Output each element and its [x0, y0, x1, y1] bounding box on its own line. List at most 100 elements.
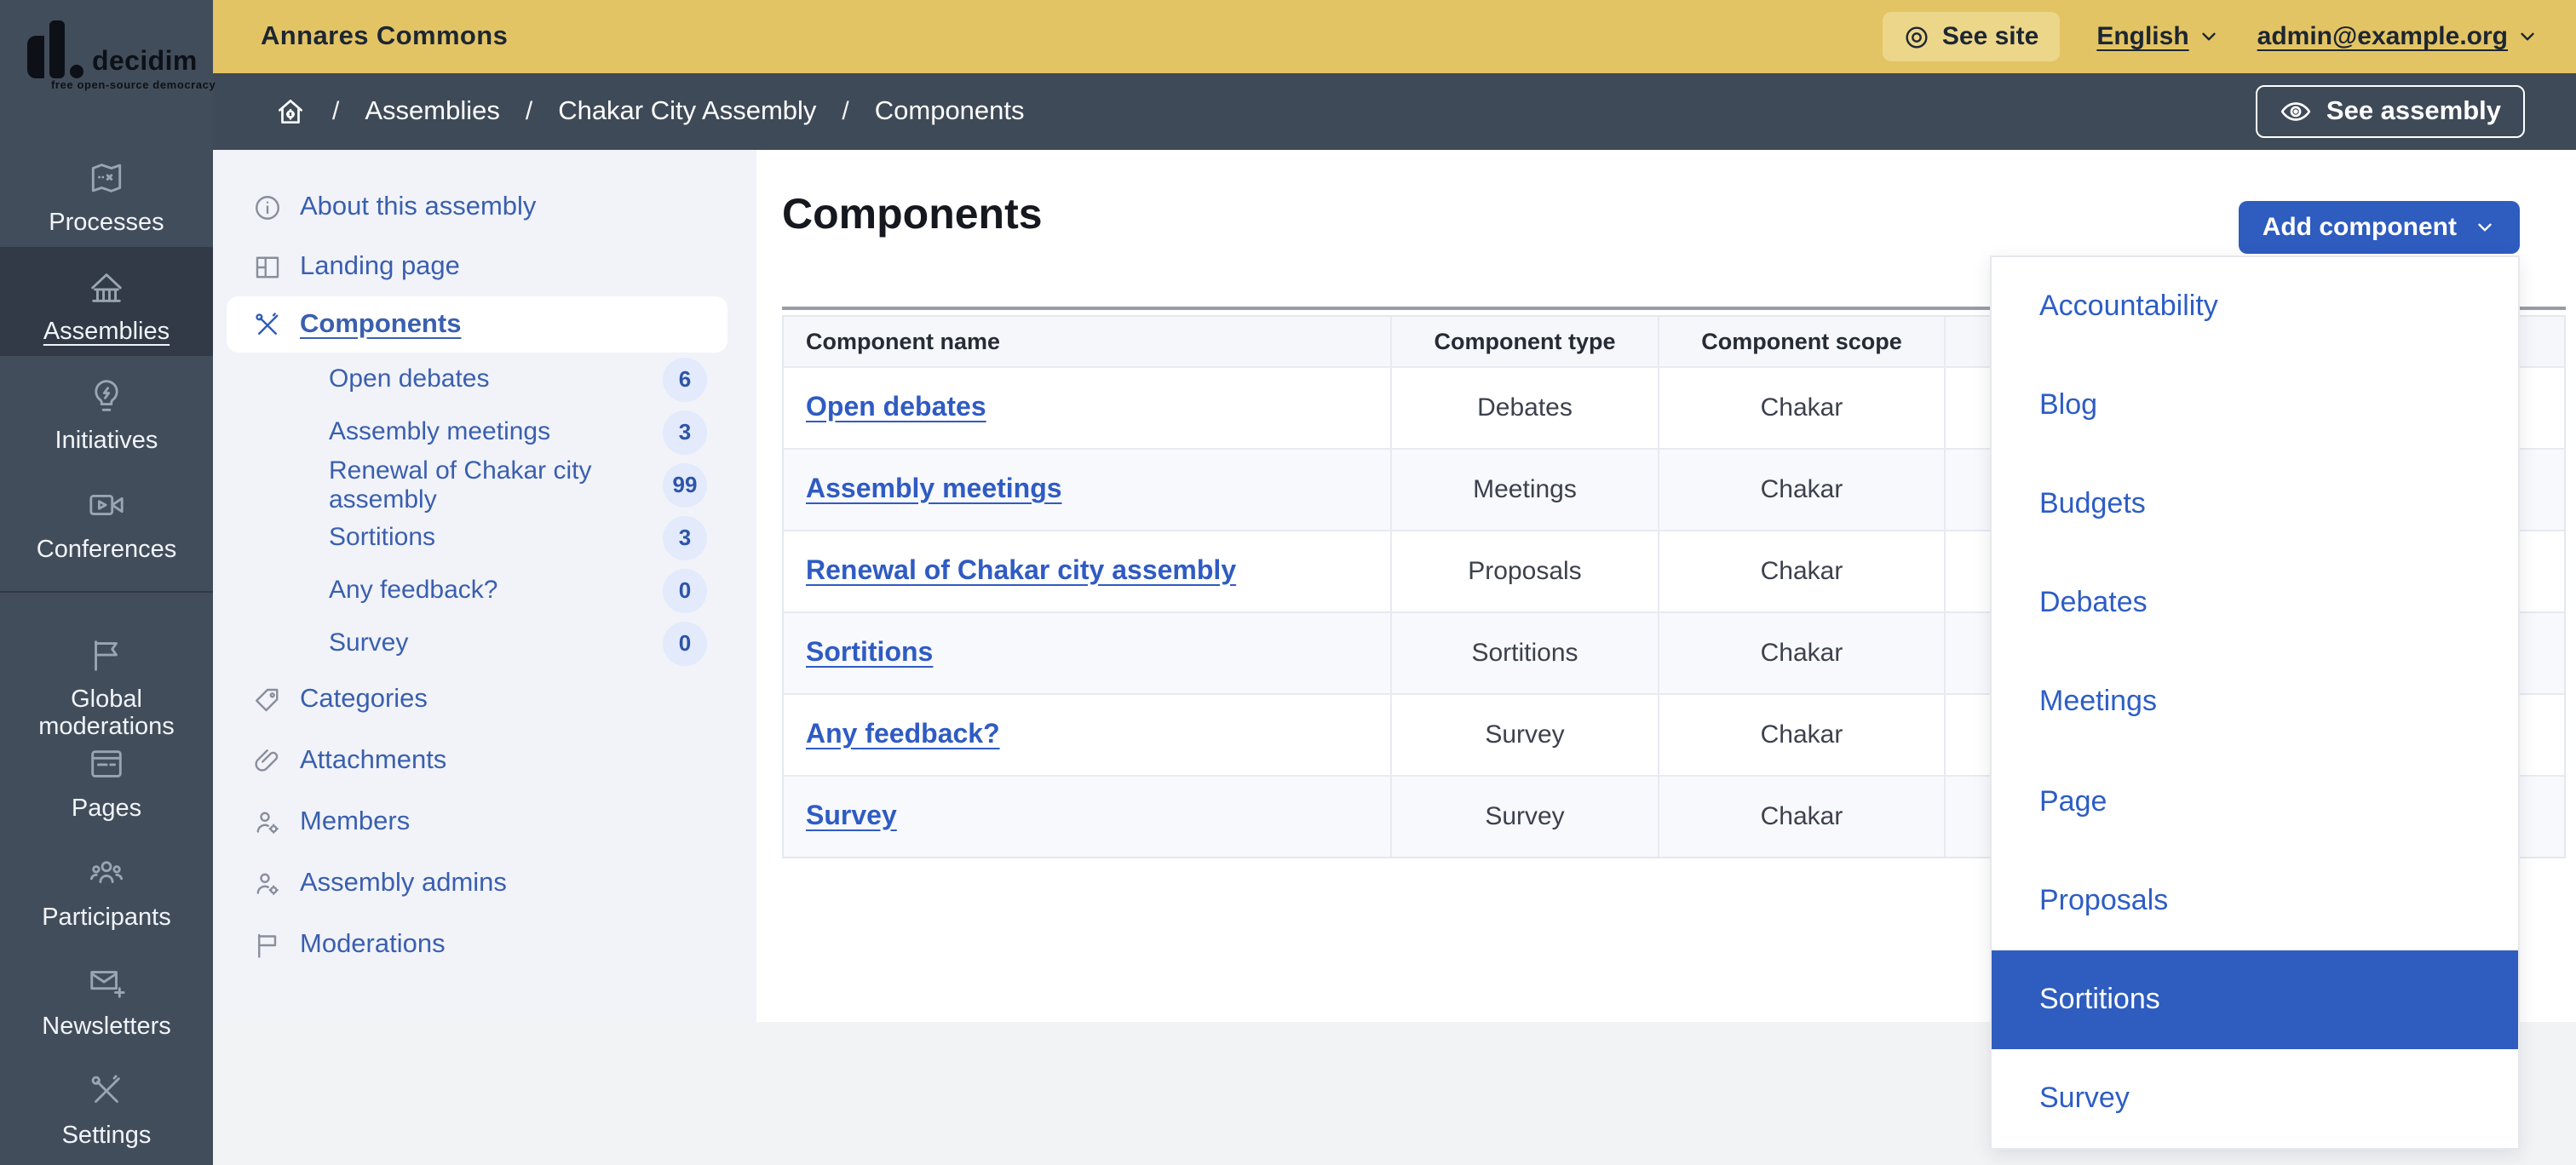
flag-icon — [252, 930, 283, 961]
dropdown-item-debates[interactable]: Debates — [1992, 554, 2518, 653]
app-window: Annares Commons See site English admin@e… — [0, 0, 2576, 1165]
component-name-link[interactable]: Renewal of Chakar city assembly — [806, 556, 1236, 587]
chevron-down-icon — [2516, 26, 2539, 48]
see-assembly-button[interactable]: See assembly — [2257, 85, 2525, 138]
breadcrumb-assembly-name[interactable]: Chakar City Assembly — [558, 96, 816, 127]
organization-title: Annares Commons — [261, 21, 508, 52]
decidim-logo-mark: decidim — [27, 20, 213, 78]
dropdown-item-blog[interactable]: Blog — [1992, 356, 2518, 455]
language-label: English — [2096, 22, 2188, 51]
count-badge: 6 — [663, 357, 707, 401]
sidebar-item-processes[interactable]: Processes — [0, 138, 213, 247]
language-selector[interactable]: English — [2096, 22, 2219, 51]
sidebar-item-settings[interactable]: Settings — [0, 1051, 213, 1160]
component-link-any-feedback[interactable]: Any feedback? 0 — [213, 564, 756, 617]
component-scope: Chakar — [1659, 450, 1946, 530]
video-camera-icon — [87, 485, 126, 525]
dropdown-item-accountability[interactable]: Accountability — [1992, 257, 2518, 356]
count-badge: 0 — [663, 568, 707, 612]
sidebar-item-assemblies[interactable]: Assemblies — [0, 247, 213, 356]
component-type: Proposals — [1392, 531, 1659, 611]
chevron-down-icon — [2474, 216, 2496, 238]
dropdown-item-sortitions[interactable]: Sortitions — [1992, 950, 2518, 1049]
menu-item-moderations[interactable]: Moderations — [213, 915, 756, 976]
menu-item-assembly-admins[interactable]: Assembly admins — [213, 853, 756, 915]
col-header-scope: Component scope — [1659, 317, 1946, 366]
assembly-menu: About this assembly Landing page Compone… — [213, 150, 756, 1022]
breadcrumb-separator: / — [526, 97, 532, 126]
breadcrumb-assemblies[interactable]: Assemblies — [365, 96, 500, 127]
layout-icon — [252, 251, 283, 282]
sidebar-item-global-moderations[interactable]: Global moderations — [0, 615, 213, 724]
sidebar-divider — [0, 591, 213, 593]
flag-icon — [87, 635, 126, 674]
component-link-open-debates[interactable]: Open debates 6 — [213, 353, 756, 405]
component-link-renewal[interactable]: Renewal of Chakar city assembly 99 — [213, 458, 756, 511]
paperclip-icon — [252, 746, 283, 777]
component-link-survey[interactable]: Survey 0 — [213, 617, 756, 669]
breadcrumb-separator: / — [842, 97, 848, 126]
tools-icon — [252, 309, 283, 340]
breadcrumb-separator: / — [332, 97, 339, 126]
component-name-link[interactable]: Assembly meetings — [806, 474, 1062, 505]
bank-icon — [87, 267, 126, 307]
main-sidebar: decidim free open-source democracy Proce… — [0, 0, 213, 1165]
top-bar: Annares Commons See site English admin@e… — [213, 0, 2576, 73]
component-type: Debates — [1392, 368, 1659, 448]
dropdown-item-budgets[interactable]: Budgets — [1992, 455, 2518, 554]
component-link-sortitions[interactable]: Sortitions 3 — [213, 511, 756, 564]
component-name-link[interactable]: Open debates — [806, 393, 986, 423]
see-site-label: See site — [1942, 22, 2038, 51]
count-badge: 0 — [663, 621, 707, 665]
menu-item-about[interactable]: About this assembly — [213, 177, 756, 237]
menu-item-members[interactable]: Members — [213, 792, 756, 853]
component-scope: Chakar — [1659, 777, 1946, 857]
dropdown-item-proposals[interactable]: Proposals — [1992, 851, 2518, 950]
add-component-dropdown: Accountability Blog Budgets Debates Meet… — [1990, 255, 2520, 1150]
menu-item-components[interactable]: Components — [227, 296, 727, 353]
dropdown-item-meetings[interactable]: Meetings — [1992, 653, 2518, 752]
breadcrumb: / Assemblies / Chakar City Assembly / Co… — [213, 73, 2576, 150]
add-component-button[interactable]: Add component — [2239, 201, 2520, 254]
chevron-down-icon — [2198, 26, 2220, 48]
tag-icon — [252, 685, 283, 715]
count-badge: 3 — [663, 515, 707, 560]
decidim-logo-text: decidim — [92, 48, 198, 78]
col-header-name: Component name — [784, 317, 1392, 366]
component-scope: Chakar — [1659, 613, 1946, 693]
info-icon — [252, 192, 283, 222]
decidim-tagline: free open-source democracy — [51, 80, 213, 92]
component-name-link[interactable]: Survey — [806, 801, 897, 832]
dropdown-item-page[interactable]: Page — [1992, 752, 2518, 851]
user-gear-icon — [252, 869, 283, 899]
menu-item-attachments[interactable]: Attachments — [213, 731, 756, 792]
tools-icon — [87, 1071, 126, 1110]
component-name-link[interactable]: Any feedback? — [806, 720, 1000, 750]
see-assembly-label: See assembly — [2326, 96, 2501, 127]
breadcrumb-components[interactable]: Components — [875, 96, 1025, 127]
menu-item-landing-page[interactable]: Landing page — [213, 237, 756, 296]
see-site-button[interactable]: See site — [1883, 12, 2059, 61]
sidebar-item-initiatives[interactable]: Initiatives — [0, 356, 213, 465]
component-scope: Chakar — [1659, 695, 1946, 775]
col-header-type: Component type — [1392, 317, 1659, 366]
count-badge: 99 — [663, 462, 707, 507]
mail-add-icon — [87, 962, 126, 1001]
component-type: Survey — [1392, 695, 1659, 775]
component-scope: Chakar — [1659, 368, 1946, 448]
component-type: Meetings — [1392, 450, 1659, 530]
sidebar-item-participants[interactable]: Participants — [0, 833, 213, 942]
component-name-link[interactable]: Sortitions — [806, 638, 933, 669]
dropdown-item-survey[interactable]: Survey — [1992, 1049, 2518, 1148]
sidebar-item-conferences[interactable]: Conferences — [0, 465, 213, 574]
component-scope: Chakar — [1659, 531, 1946, 611]
target-icon — [1903, 23, 1930, 50]
sidebar-item-newsletters[interactable]: Newsletters — [0, 942, 213, 1051]
sidebar-item-pages[interactable]: Pages — [0, 724, 213, 833]
component-link-assembly-meetings[interactable]: Assembly meetings 3 — [213, 405, 756, 458]
eye-icon — [2280, 95, 2313, 128]
menu-item-categories[interactable]: Categories — [213, 669, 756, 731]
decidim-logo[interactable]: decidim free open-source democracy — [0, 0, 213, 92]
user-menu[interactable]: admin@example.org — [2257, 22, 2539, 51]
home-icon[interactable] — [274, 95, 307, 128]
